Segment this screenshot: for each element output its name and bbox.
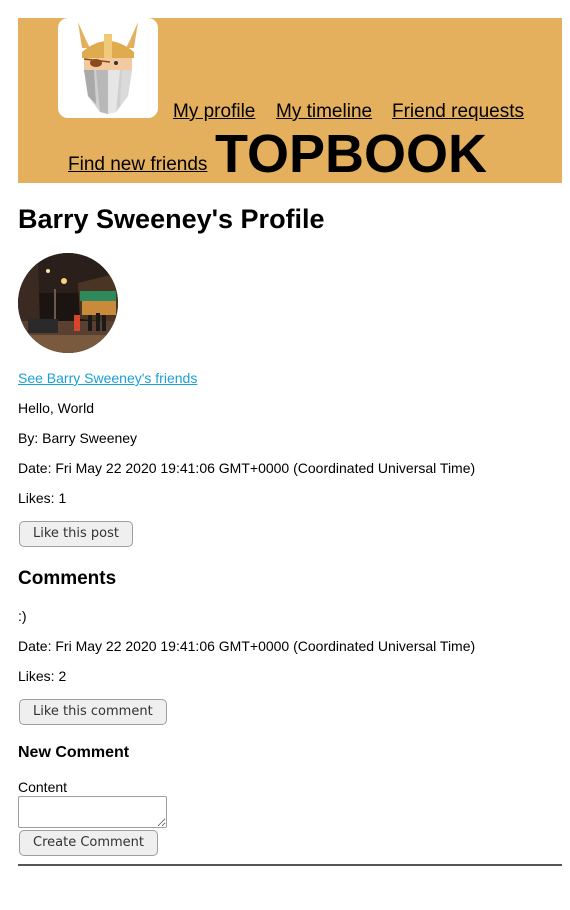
brand-title: TOPBOOK [215,124,488,184]
divider [18,864,562,866]
viking-helmet-logo-icon[interactable] [58,18,158,118]
comment-content: :) [18,608,27,624]
like-post-button[interactable]: Like this post [19,521,133,547]
comments-heading: Comments [18,568,117,589]
post-date: Date: Fri May 22 2020 19:41:06 GMT+0000 … [18,460,476,476]
page: My profile My timeline Friend requests F… [0,0,570,910]
nav-find-new-friends-link[interactable]: Find new friends [68,154,207,176]
new-comment-heading: New Comment [18,744,130,761]
nav-my-profile-link[interactable]: My profile [173,101,255,123]
comment-likes: Likes: 2 [18,668,67,684]
post-content: Hello, World [18,400,94,416]
content-label: Content [18,779,68,795]
nav-my-timeline-link[interactable]: My timeline [276,101,372,123]
create-comment-button[interactable]: Create Comment [19,830,159,856]
like-comment-button[interactable]: Like this comment [19,699,167,725]
post-likes: Likes: 1 [18,490,67,506]
page-title: Barry Sweeney's Profile [18,204,325,234]
nav-friend-requests-link[interactable]: Friend requests [392,101,524,123]
comment-date: Date: Fri May 22 2020 19:41:06 GMT+0000 … [18,638,476,654]
see-friends-link[interactable]: See Barry Sweeney's friends [18,370,197,386]
site-header: My profile My timeline Friend requests F… [18,18,562,184]
post-author: By: Barry Sweeney [18,430,138,446]
avatar [18,253,118,353]
content-textarea[interactable] [18,796,167,828]
